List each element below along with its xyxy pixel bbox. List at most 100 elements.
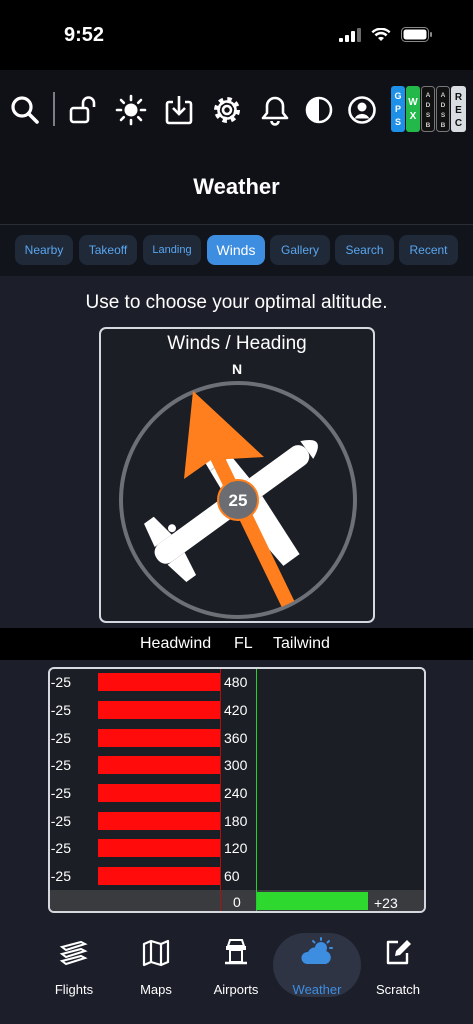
wx-badge-bg: W X: [406, 86, 420, 132]
toolbar-divider: [53, 92, 55, 126]
tab-weather-label: Weather: [292, 982, 342, 997]
rec-badge[interactable]: R E C: [451, 86, 466, 132]
headwind-value: -25: [50, 757, 71, 773]
headwind-bar: [98, 839, 220, 857]
svg-text:X: X: [410, 111, 417, 122]
svg-text:S: S: [426, 112, 431, 119]
tab-scratch-label: Scratch: [375, 982, 421, 997]
tab-winds[interactable]: Winds: [207, 235, 265, 265]
wind-compass-panel: Winds / Heading N 25: [99, 327, 375, 623]
table-row[interactable]: -25 180: [50, 811, 424, 831]
svg-text:B: B: [426, 122, 431, 129]
svg-text:A: A: [426, 92, 431, 99]
headwind-bar: [98, 729, 220, 747]
settings-icon[interactable]: [211, 94, 243, 126]
system-icons: [339, 27, 433, 42]
svg-text:S: S: [441, 112, 446, 119]
tab-scratch[interactable]: Scratch: [358, 933, 438, 997]
tab-airports-label: Airports: [213, 982, 259, 997]
compass-graphic: 25: [119, 381, 357, 619]
table-row[interactable]: -25 420: [50, 700, 424, 720]
headwind-value: -25: [50, 868, 71, 884]
adsb-badge-1-bg: A D S B: [421, 86, 435, 132]
flight-level: 300: [224, 757, 248, 773]
gps-badge[interactable]: G P S: [391, 86, 405, 132]
surface-row[interactable]: 0 +23: [50, 890, 424, 911]
tab-landing[interactable]: Landing: [143, 235, 201, 265]
wx-badge[interactable]: W X: [406, 86, 420, 132]
fl-label: FL: [234, 635, 253, 652]
headwind-value: -25: [50, 702, 71, 718]
tab-recent[interactable]: Recent: [399, 235, 458, 265]
svg-text:W: W: [408, 97, 418, 108]
flight-level: 240: [224, 785, 248, 801]
page-header: Weather: [0, 152, 473, 224]
tab-search[interactable]: Search: [335, 235, 394, 265]
winds-aloft-table: -25 480 -25 420 -25 360 -25 300 -25 240 …: [48, 667, 426, 913]
winds-hint: Use to choose your optimal altitude.: [85, 292, 388, 313]
headwind-bar: [98, 812, 220, 830]
status-time: 9:52: [64, 24, 105, 46]
tab-airports[interactable]: Airports: [196, 933, 276, 997]
adsb-badge-2[interactable]: A D S B: [436, 86, 450, 132]
headwind-value: -25: [50, 730, 71, 746]
headwind-bar: [98, 784, 220, 802]
tab-gallery[interactable]: Gallery: [270, 235, 330, 265]
table-row[interactable]: -25 120: [50, 838, 424, 858]
brightness-icon[interactable]: [115, 94, 147, 126]
flight-level: 120: [224, 840, 248, 856]
user-icon[interactable]: [346, 94, 378, 126]
table-row[interactable]: -25 300: [50, 755, 424, 775]
headwind-value: -25: [50, 674, 71, 690]
tab-flights[interactable]: Flights: [34, 933, 114, 997]
table-row[interactable]: -25 60: [50, 866, 424, 886]
unlock-icon[interactable]: [68, 94, 100, 126]
gps-badge-bg: G P S: [391, 86, 405, 132]
headwind-bar: [98, 701, 220, 719]
weather-tabs: Nearby Takeoff Landing Winds Gallery Sea…: [0, 224, 473, 276]
bell-icon[interactable]: [259, 94, 291, 126]
headwind-value: -25: [50, 840, 71, 856]
tab-maps-label: Maps: [140, 982, 172, 997]
headwind-label: Headwind: [140, 635, 212, 652]
download-icon[interactable]: [163, 94, 195, 126]
headwind-bar: [98, 867, 220, 885]
table-row[interactable]: -25 480: [50, 672, 424, 692]
bottom-tab-bar: Flights Maps Airports Weather Scratch: [0, 925, 473, 1024]
flight-level: 480: [224, 674, 248, 690]
toolbar: G P S W X A D S B A D S B R E C: [0, 70, 473, 152]
flight-level: 180: [224, 813, 248, 829]
contrast-icon[interactable]: [303, 94, 335, 126]
tailwind-label: Tailwind: [273, 635, 330, 652]
svg-text:E: E: [455, 105, 462, 116]
status-bar: 9:52: [0, 0, 473, 70]
headwind-bar: [98, 673, 220, 691]
flights-icon: [59, 940, 88, 966]
flight-level: 60: [224, 868, 240, 884]
svg-text:S: S: [395, 117, 401, 127]
tab-takeoff[interactable]: Takeoff: [79, 235, 137, 265]
wind-table-header: Headwind FL Tailwind: [0, 628, 473, 660]
rec-badge-bg: R E C: [451, 86, 466, 132]
svg-text:D: D: [426, 102, 431, 109]
tab-maps[interactable]: Maps: [116, 933, 196, 997]
wifi-icon: [371, 27, 391, 41]
scratchpad-icon: [386, 940, 411, 965]
svg-text:G: G: [394, 91, 401, 101]
battery-icon: [401, 27, 432, 42]
tab-nearby[interactable]: Nearby: [15, 235, 73, 265]
adsb-badge-1[interactable]: A D S B: [421, 86, 435, 132]
svg-text:D: D: [441, 102, 446, 109]
svg-text:B: B: [441, 122, 446, 129]
search-icon[interactable]: [9, 94, 41, 126]
page-title: Weather: [193, 174, 280, 199]
tailwind-bar: [256, 892, 368, 910]
flight-level: 420: [224, 702, 248, 718]
tailwind-value: +23: [374, 895, 398, 911]
tab-weather[interactable]: Weather: [273, 933, 361, 997]
headwind-bar: [98, 756, 220, 774]
table-row[interactable]: -25 240: [50, 783, 424, 803]
headwind-value: -25: [50, 813, 71, 829]
surface-fl: 0: [233, 894, 241, 910]
table-row[interactable]: -25 360: [50, 728, 424, 748]
